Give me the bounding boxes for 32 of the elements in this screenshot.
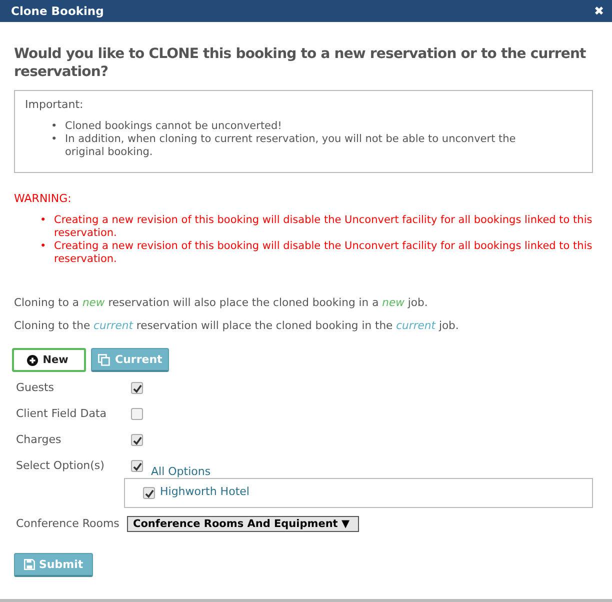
field-label: Guests <box>15 380 56 395</box>
important-title: Important: <box>25 98 84 112</box>
close-button[interactable]: ✖ <box>594 4 604 18</box>
warning-note: Creating a new revision of this booking will disable the Unconvert facility for all bookings linked to this reservation. <box>54 240 594 266</box>
dialog-heading: Would you like to CLONE this booking to a new reservation or to the current reservation? <box>14 45 587 81</box>
info-sentence: Cloning to a new reservation will also place the cloned booking in a new job. <box>14 296 429 310</box>
field-label: Client Field Data <box>15 406 108 421</box>
list-bullet: • <box>40 214 48 228</box>
field-label: Conference Rooms <box>15 516 120 531</box>
checkbox[interactable] <box>131 382 143 394</box>
checkbox[interactable] <box>131 408 143 420</box>
checkbox[interactable] <box>143 487 155 499</box>
new-button[interactable]: New <box>12 348 86 372</box>
list-bullet: • <box>51 120 58 133</box>
warning-title: WARNING: <box>14 192 72 206</box>
checkbox[interactable] <box>131 434 143 446</box>
copy-icon <box>98 354 110 366</box>
option-label: All Options <box>151 465 211 478</box>
checkbox[interactable] <box>131 460 143 472</box>
important-note: In addition, when cloning to current reservation, you will not be able to unconvert the original booking. <box>65 133 517 159</box>
window-title: Clone Booking <box>11 4 104 18</box>
important-note: Cloned bookings cannot be unconverted! <box>65 120 283 133</box>
warning-note: Creating a new revision of this booking will disable the Unconvert facility for all bookings linked to this reservation. <box>54 214 594 240</box>
list-bullet: • <box>51 133 58 147</box>
save-icon <box>24 559 35 570</box>
field-label: Charges <box>15 432 62 447</box>
info-sentence: Cloning to the current reservation will place the cloned booking in the current job. <box>14 319 460 333</box>
plus-circle-icon <box>26 354 38 366</box>
field-label: Select Option(s) <box>15 458 106 473</box>
option-label: Highworth Hotel <box>160 485 250 498</box>
list-bullet: • <box>40 240 48 254</box>
select-dropdown[interactable]: Conference Rooms And Equipment ▼ <box>127 516 359 532</box>
